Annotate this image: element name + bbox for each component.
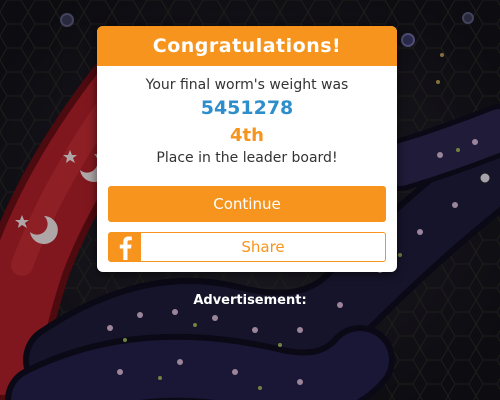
advertisement-label: Advertisement: (193, 293, 307, 308)
rank-message: Place in the leader board! (156, 150, 338, 166)
leaderboard-rank: 4th (230, 125, 264, 146)
dialog-title: Congratulations! (97, 26, 397, 66)
share-button[interactable]: Share (108, 232, 386, 262)
continue-button[interactable]: Continue (108, 186, 386, 222)
facebook-icon (109, 233, 141, 261)
weight-value: 5451278 (200, 97, 294, 119)
game-over-dialog: Congratulations! Your final worm's weigh… (97, 26, 397, 272)
weight-message: Your final worm's weight was (145, 77, 349, 93)
share-label: Share (241, 238, 285, 256)
